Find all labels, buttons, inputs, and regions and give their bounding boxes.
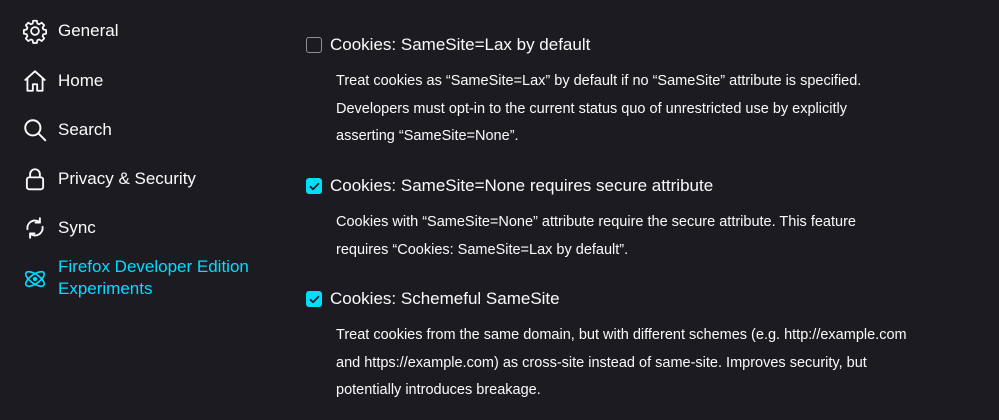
pref-description: Cookies with “SameSite=None” attribute r… xyxy=(336,209,996,264)
sidebar-item-label: Privacy & Security xyxy=(58,169,196,188)
sidebar-item-label-line1: Firefox Developer Edition xyxy=(58,257,249,276)
pref-header: Cookies: SameSite=Lax by default xyxy=(306,32,996,58)
sidebar-item-home[interactable]: Home xyxy=(22,68,103,94)
sync-icon xyxy=(22,215,48,241)
experiments-icon xyxy=(22,266,48,292)
pref-description-line: Developers must opt-in to the current st… xyxy=(336,100,847,117)
pref-schemeful-samesite: Cookies: Schemeful SameSite Treat cookie… xyxy=(306,286,996,405)
pref-description: Treat cookies as “SameSite=Lax” by defau… xyxy=(336,68,996,151)
home-icon xyxy=(22,68,48,94)
pref-description-line: asserting “SameSite=None”. xyxy=(336,128,519,144)
pref-description-line: Treat cookies as “SameSite=Lax” by defau… xyxy=(336,73,862,89)
pref-description-line: Cookies with “SameSite=None” attribute r… xyxy=(336,214,856,230)
pref-description-line: requires “Cookies: SameSite=Lax by defau… xyxy=(336,241,629,258)
pref-title: Cookies: SameSite=Lax by default xyxy=(330,35,591,54)
checkmark-icon xyxy=(309,295,319,303)
pref-header: Cookies: SameSite=None requires secure a… xyxy=(306,173,996,199)
sidebar: General Home Search Privacy & Security S… xyxy=(0,0,270,420)
sidebar-item-label: Firefox Developer Edition Experiments xyxy=(58,256,249,300)
sidebar-item-general[interactable]: General xyxy=(22,18,118,44)
sidebar-item-label: Home xyxy=(58,71,104,90)
sidebar-item-privacy-security[interactable]: Privacy & Security xyxy=(22,166,196,192)
pref-description-line: Treat cookies from the same domain, but … xyxy=(336,327,907,343)
search-icon xyxy=(22,117,48,143)
sidebar-item-search[interactable]: Search xyxy=(22,117,112,143)
pref-description: Treat cookies from the same domain, but … xyxy=(336,322,996,405)
sidebar-item-sync[interactable]: Sync xyxy=(22,215,96,241)
samesite-none-secure-checkbox[interactable] xyxy=(306,178,322,194)
sidebar-item-label: General xyxy=(58,21,119,40)
samesite-lax-checkbox[interactable] xyxy=(306,37,322,53)
pref-samesite-lax: Cookies: SameSite=Lax by default Treat c… xyxy=(306,32,996,151)
lock-icon xyxy=(22,166,48,192)
pref-samesite-none-secure: Cookies: SameSite=None requires secure a… xyxy=(306,173,996,264)
sidebar-item-label: Search xyxy=(58,120,112,139)
checkmark-icon xyxy=(309,182,319,190)
pref-title: Cookies: Schemeful SameSite xyxy=(330,289,560,308)
pref-title: Cookies: SameSite=None requires secure a… xyxy=(330,176,714,195)
gear-icon xyxy=(22,18,48,44)
sidebar-item-label: Sync xyxy=(58,218,96,237)
pref-header: Cookies: Schemeful SameSite xyxy=(306,286,996,312)
pref-description-line: and https://example.com) as cross-site i… xyxy=(336,354,867,371)
pref-description-line: potentially introduces breakage. xyxy=(336,382,541,398)
sidebar-item-label-line2: Experiments xyxy=(58,279,153,298)
schemeful-samesite-checkbox[interactable] xyxy=(306,291,322,307)
sidebar-item-experiments[interactable]: Firefox Developer Edition Experiments xyxy=(22,256,249,300)
